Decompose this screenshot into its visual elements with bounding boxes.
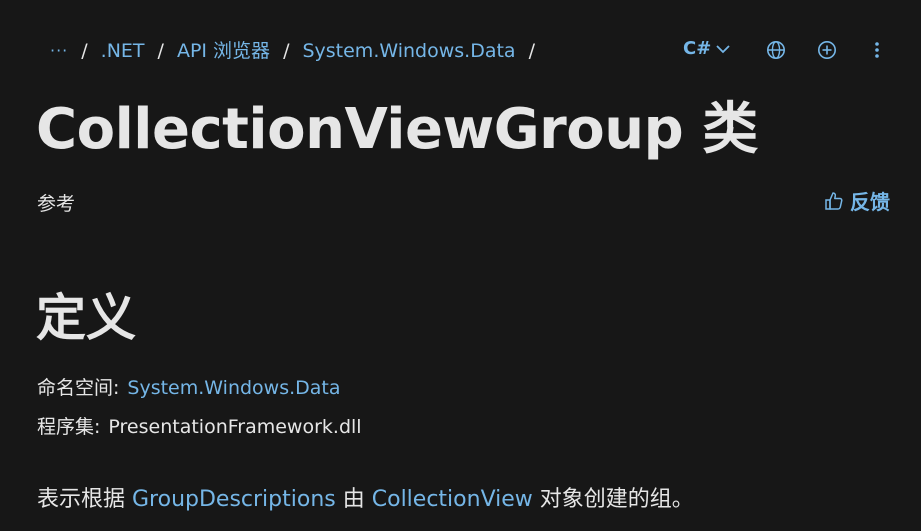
language-label: C# bbox=[683, 38, 712, 59]
breadcrumb-separator: / bbox=[283, 40, 290, 62]
feedback-button[interactable]: 反馈 bbox=[825, 186, 890, 215]
group-descriptions-link[interactable]: GroupDescriptions bbox=[132, 487, 336, 512]
namespace-link[interactable]: System.Windows.Data bbox=[127, 377, 340, 399]
page-title: CollectionViewGroup 类 bbox=[36, 97, 758, 162]
namespace-row: 命名空间: System.Windows.Data bbox=[37, 375, 341, 401]
thumbs-up-icon bbox=[825, 191, 843, 210]
summary-part: 表示根据 bbox=[37, 487, 132, 512]
assembly-label: 程序集: bbox=[37, 416, 101, 438]
summary-text: 表示根据 GroupDescriptions 由 CollectionView … bbox=[37, 485, 694, 515]
page-subtitle: 参考 bbox=[37, 193, 76, 215]
collection-view-link[interactable]: CollectionView bbox=[372, 487, 533, 512]
breadcrumb-separator: / bbox=[81, 40, 88, 62]
definition-heading: 定义 bbox=[36, 289, 136, 347]
breadcrumb-item-dotnet[interactable]: .NET bbox=[101, 38, 145, 64]
assembly-value: PresentationFramework.dll bbox=[108, 416, 362, 438]
breadcrumb-item-api-browser[interactable]: API 浏览器 bbox=[177, 38, 270, 64]
language-picker[interactable]: C# bbox=[683, 38, 730, 59]
feedback-label: 反馈 bbox=[850, 190, 890, 214]
breadcrumb-separator: / bbox=[528, 40, 535, 62]
assembly-row: 程序集: PresentationFramework.dll bbox=[37, 414, 362, 440]
globe-icon[interactable] bbox=[766, 40, 786, 60]
breadcrumb-item-namespace[interactable]: System.Windows.Data bbox=[302, 38, 515, 64]
namespace-label: 命名空间: bbox=[37, 377, 120, 399]
breadcrumb-ellipsis[interactable]: ··· bbox=[50, 38, 68, 64]
add-circle-icon[interactable] bbox=[817, 40, 837, 60]
breadcrumb-separator: / bbox=[157, 40, 164, 62]
breadcrumb: ··· / .NET / API 浏览器 / System.Windows.Da… bbox=[50, 38, 548, 64]
docs-page: ··· / .NET / API 浏览器 / System.Windows.Da… bbox=[0, 0, 921, 531]
summary-part: 由 bbox=[335, 487, 372, 512]
more-vertical-icon[interactable] bbox=[873, 40, 881, 60]
summary-part: 对象创建的组。 bbox=[532, 487, 694, 512]
chevron-down-icon bbox=[716, 44, 730, 53]
